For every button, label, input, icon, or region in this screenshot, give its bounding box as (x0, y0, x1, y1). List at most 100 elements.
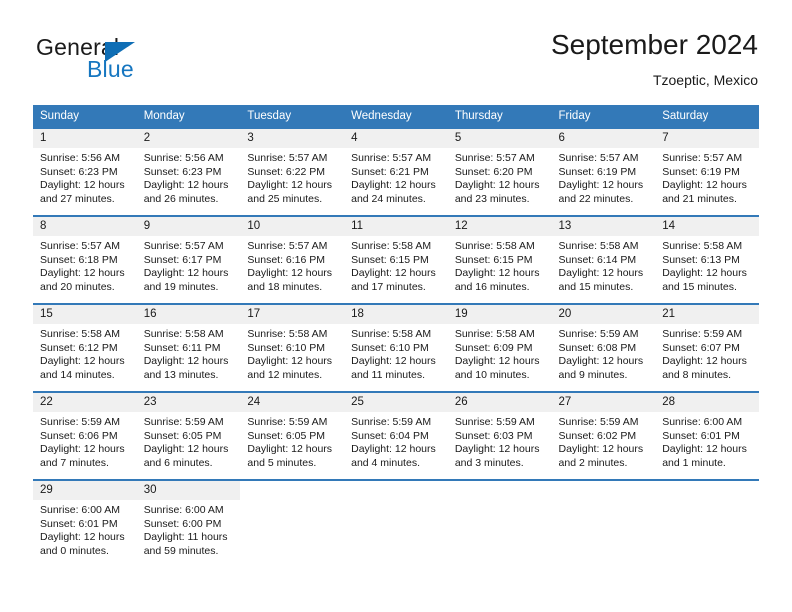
day-details: Sunrise: 5:57 AM Sunset: 6:18 PM Dayligh… (33, 236, 137, 294)
daylight-text-line2: and 15 minutes. (558, 280, 634, 293)
day-number: 19 (447, 305, 552, 324)
day-cell[interactable]: 7 Sunrise: 5:57 AM Sunset: 6:19 PM Dayli… (655, 127, 759, 216)
daylight-text-line2: and 19 minutes. (143, 280, 219, 293)
daylight-text-line2: and 18 minutes. (247, 280, 323, 293)
sunset-text: Sunset: 6:19 PM (662, 165, 740, 178)
daylight-text-line2: and 5 minutes. (247, 456, 317, 469)
day-details: Sunrise: 5:59 AM Sunset: 6:06 PM Dayligh… (33, 412, 137, 470)
day-cell[interactable]: 21 Sunrise: 5:59 AM Sunset: 6:07 PM Dayl… (655, 303, 759, 392)
day-cell[interactable]: 25 Sunrise: 5:59 AM Sunset: 6:04 PM Dayl… (344, 391, 448, 480)
day-cell[interactable]: 9 Sunrise: 5:57 AM Sunset: 6:17 PM Dayli… (136, 215, 241, 304)
day-cell-empty (344, 479, 448, 568)
sunset-text: Sunset: 6:19 PM (558, 165, 637, 178)
day-number: 26 (447, 393, 552, 412)
day-cell[interactable]: 16 Sunrise: 5:58 AM Sunset: 6:11 PM Dayl… (136, 303, 241, 392)
day-cell[interactable]: 27 Sunrise: 5:59 AM Sunset: 6:02 PM Dayl… (551, 391, 656, 480)
day-details: Sunrise: 5:59 AM Sunset: 6:02 PM Dayligh… (552, 412, 656, 470)
weekday-header-friday: Friday (551, 105, 656, 128)
daylight-text-line1: Daylight: 12 hours (351, 267, 436, 280)
daylight-text-line1: Daylight: 12 hours (351, 443, 436, 456)
day-cell[interactable]: 17 Sunrise: 5:58 AM Sunset: 6:10 PM Dayl… (240, 303, 345, 392)
sunrise-text: Sunrise: 5:57 AM (247, 240, 328, 252)
day-details: Sunrise: 5:57 AM Sunset: 6:19 PM Dayligh… (552, 148, 656, 206)
day-cell[interactable]: 24 Sunrise: 5:59 AM Sunset: 6:05 PM Dayl… (240, 391, 345, 480)
sunset-text: Sunset: 6:21 PM (351, 165, 429, 178)
day-cell-empty (240, 479, 345, 568)
day-cell[interactable]: 29 Sunrise: 6:00 AM Sunset: 6:01 PM Dayl… (33, 479, 137, 568)
day-number: 21 (655, 305, 759, 324)
sunset-text: Sunset: 6:01 PM (662, 429, 740, 442)
day-cell[interactable]: 6 Sunrise: 5:57 AM Sunset: 6:19 PM Dayli… (551, 127, 656, 216)
day-cell[interactable]: 14 Sunrise: 5:58 AM Sunset: 6:13 PM Dayl… (655, 215, 759, 304)
day-cell[interactable]: 22 Sunrise: 5:59 AM Sunset: 6:06 PM Dayl… (33, 391, 137, 480)
day-cell[interactable]: 11 Sunrise: 5:58 AM Sunset: 6:15 PM Dayl… (344, 215, 448, 304)
day-details: Sunrise: 5:58 AM Sunset: 6:11 PM Dayligh… (137, 324, 241, 382)
day-cell[interactable]: 30 Sunrise: 6:00 AM Sunset: 6:00 PM Dayl… (136, 479, 241, 568)
day-details: Sunrise: 5:59 AM Sunset: 6:08 PM Dayligh… (552, 324, 656, 382)
sunset-text: Sunset: 6:02 PM (558, 429, 637, 442)
daylight-text-line1: Daylight: 12 hours (40, 267, 125, 280)
day-details: Sunrise: 5:58 AM Sunset: 6:14 PM Dayligh… (552, 236, 656, 294)
day-cell[interactable]: 12 Sunrise: 5:58 AM Sunset: 6:15 PM Dayl… (447, 215, 552, 304)
day-details: Sunrise: 6:00 AM Sunset: 6:00 PM Dayligh… (137, 500, 241, 558)
day-details: Sunrise: 5:59 AM Sunset: 6:04 PM Dayligh… (344, 412, 448, 470)
day-cell[interactable]: 20 Sunrise: 5:59 AM Sunset: 6:08 PM Dayl… (551, 303, 656, 392)
daylight-text-line1: Daylight: 12 hours (40, 355, 125, 368)
day-number: 8 (33, 217, 137, 236)
day-details: Sunrise: 5:57 AM Sunset: 6:20 PM Dayligh… (448, 148, 552, 206)
day-details: Sunrise: 5:58 AM Sunset: 6:15 PM Dayligh… (448, 236, 552, 294)
daylight-text-line1: Daylight: 12 hours (351, 179, 436, 192)
daylight-text-line2: and 23 minutes. (454, 192, 530, 205)
daylight-text-line2: and 2 minutes. (558, 456, 628, 469)
calendar-page: General Blue September 2024 Tzoeptic, Me… (0, 0, 792, 612)
day-cell[interactable]: 5 Sunrise: 5:57 AM Sunset: 6:20 PM Dayli… (447, 127, 552, 216)
daylight-text-line1: Daylight: 12 hours (454, 267, 540, 280)
sunset-text: Sunset: 6:09 PM (454, 341, 533, 354)
day-cell[interactable]: 1 Sunrise: 5:56 AM Sunset: 6:23 PM Dayli… (33, 127, 137, 216)
day-cell[interactable]: 10 Sunrise: 5:57 AM Sunset: 6:16 PM Dayl… (240, 215, 345, 304)
day-number: 11 (344, 217, 448, 236)
day-details: Sunrise: 6:00 AM Sunset: 6:01 PM Dayligh… (33, 500, 137, 558)
sunset-text: Sunset: 6:15 PM (351, 253, 429, 266)
day-number: 4 (344, 129, 448, 148)
daylight-text-line2: and 9 minutes. (558, 368, 628, 381)
daylight-text-line1: Daylight: 12 hours (558, 355, 644, 368)
calendar-body: 1 Sunrise: 5:56 AM Sunset: 6:23 PM Dayli… (33, 127, 759, 568)
sunrise-text: Sunrise: 5:59 AM (247, 416, 328, 428)
day-number: 17 (240, 305, 345, 324)
week-row: 8 Sunrise: 5:57 AM Sunset: 6:18 PM Dayli… (33, 215, 759, 304)
daylight-text-line2: and 24 minutes. (351, 192, 426, 205)
day-details: Sunrise: 5:58 AM Sunset: 6:12 PM Dayligh… (33, 324, 137, 382)
day-number: 27 (551, 393, 656, 412)
day-cell[interactable]: 13 Sunrise: 5:58 AM Sunset: 6:14 PM Dayl… (551, 215, 656, 304)
daylight-text-line1: Daylight: 12 hours (662, 179, 747, 192)
day-cell[interactable]: 2 Sunrise: 5:56 AM Sunset: 6:23 PM Dayli… (136, 127, 241, 216)
day-cell[interactable]: 26 Sunrise: 5:59 AM Sunset: 6:03 PM Dayl… (447, 391, 552, 480)
day-details: Sunrise: 5:59 AM Sunset: 6:05 PM Dayligh… (137, 412, 241, 470)
weekday-header-monday: Monday (136, 105, 241, 128)
page-header: General Blue September 2024 Tzoeptic, Me… (0, 0, 792, 98)
day-number: 1 (33, 129, 137, 148)
daylight-text-line2: and 0 minutes. (40, 544, 109, 557)
sunset-text: Sunset: 6:16 PM (247, 253, 326, 266)
title-block: September 2024 Tzoeptic, Mexico (551, 28, 758, 90)
day-details: Sunrise: 5:59 AM Sunset: 6:03 PM Dayligh… (448, 412, 552, 470)
day-cell[interactable]: 4 Sunrise: 5:57 AM Sunset: 6:21 PM Dayli… (344, 127, 448, 216)
day-cell[interactable]: 19 Sunrise: 5:58 AM Sunset: 6:09 PM Dayl… (447, 303, 552, 392)
day-cell[interactable]: 28 Sunrise: 6:00 AM Sunset: 6:01 PM Dayl… (655, 391, 759, 480)
day-number (240, 481, 344, 500)
day-cell[interactable]: 15 Sunrise: 5:58 AM Sunset: 6:12 PM Dayl… (33, 303, 137, 392)
day-cell[interactable]: 3 Sunrise: 5:57 AM Sunset: 6:22 PM Dayli… (240, 127, 345, 216)
daylight-text-line1: Daylight: 12 hours (454, 443, 540, 456)
daylight-text-line1: Daylight: 12 hours (454, 179, 540, 192)
day-cell[interactable]: 18 Sunrise: 5:58 AM Sunset: 6:10 PM Dayl… (344, 303, 448, 392)
sunrise-text: Sunrise: 5:58 AM (143, 328, 224, 340)
day-cell[interactable]: 23 Sunrise: 5:59 AM Sunset: 6:05 PM Dayl… (136, 391, 241, 480)
day-details: Sunrise: 5:57 AM Sunset: 6:16 PM Dayligh… (240, 236, 344, 294)
sunrise-text: Sunrise: 5:59 AM (558, 416, 639, 428)
daylight-text-line1: Daylight: 12 hours (247, 267, 333, 280)
day-details: Sunrise: 5:57 AM Sunset: 6:22 PM Dayligh… (240, 148, 344, 206)
day-cell[interactable]: 8 Sunrise: 5:57 AM Sunset: 6:18 PM Dayli… (33, 215, 137, 304)
weekday-header-sunday: Sunday (33, 105, 137, 128)
day-number (344, 481, 448, 500)
